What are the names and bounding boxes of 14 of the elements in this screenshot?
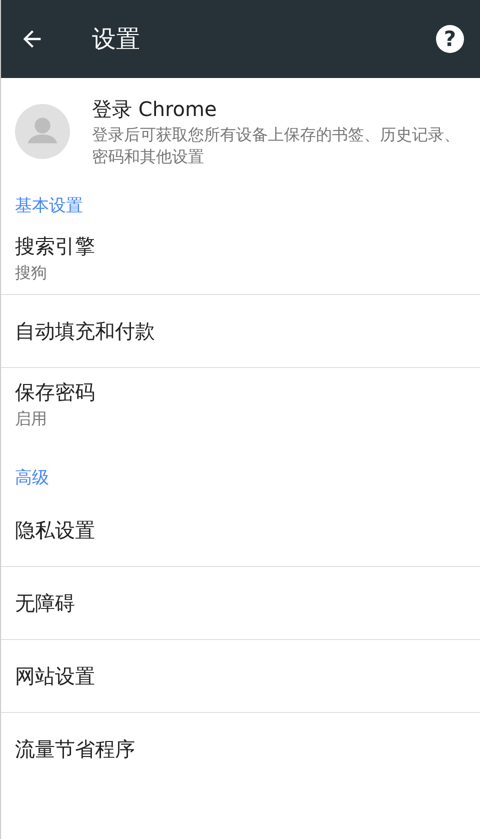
- page-title: 设置: [92, 24, 141, 55]
- settings-item[interactable]: 无障碍: [1, 567, 480, 640]
- sign-in-description: 登录后可获取您所有设备上保存的书签、历史记录、密码和其他设置: [92, 124, 461, 168]
- sign-in-title[interactable]: 登录 Chrome: [92, 94, 466, 124]
- section-header: 基本设置: [14, 195, 84, 218]
- settings-item[interactable]: 隐私设置: [1, 494, 480, 567]
- settings-item[interactable]: 网站设置: [1, 640, 480, 713]
- section-header: 高级: [14, 467, 50, 490]
- help-icon[interactable]: ?: [436, 25, 464, 53]
- settings-item[interactable]: 保存密码 启用: [1, 368, 480, 440]
- avatar-icon: [15, 104, 70, 159]
- settings-item[interactable]: 搜索引擎 搜狗: [1, 222, 480, 295]
- settings-item[interactable]: 流量节省程序: [1, 713, 480, 785]
- settings-item[interactable]: 自动填充和付款: [1, 295, 480, 368]
